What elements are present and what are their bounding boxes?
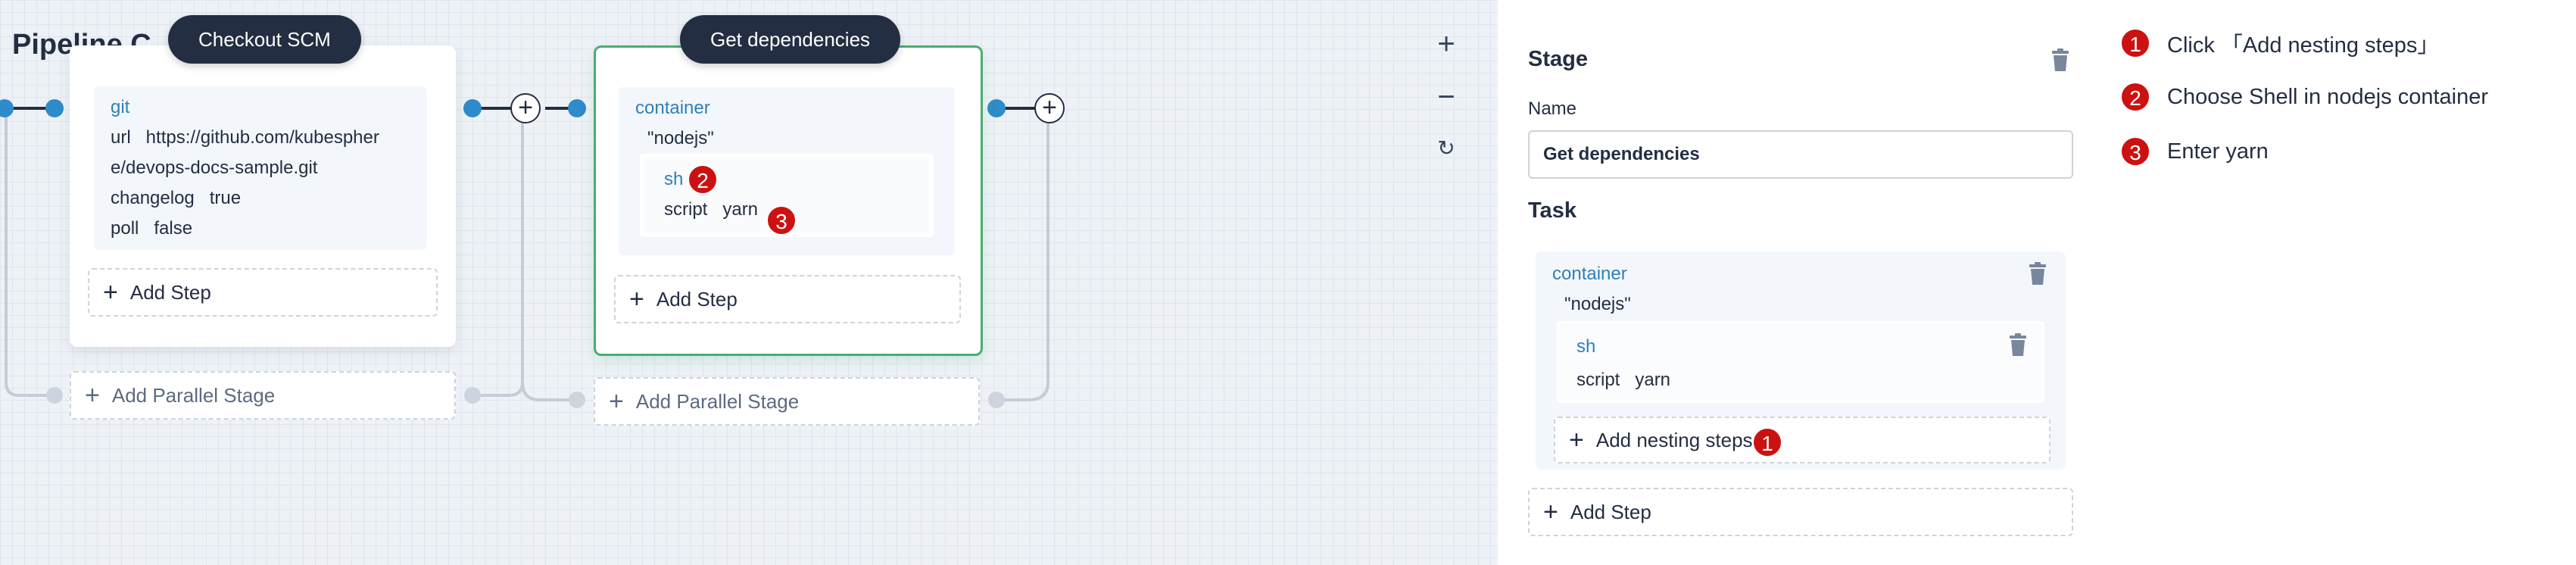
param-row: poll false	[111, 218, 193, 239]
task-container[interactable]: container "nodejs" sh script yarn + Add n…	[1536, 251, 2066, 470]
instruction-item: 3 Enter yarn	[2120, 136, 2269, 167]
add-stage-button[interactable]: +	[510, 93, 541, 123]
delete-step-icon[interactable]	[2028, 262, 2047, 285]
plus-icon: +	[609, 387, 624, 416]
step-number-badge: 3	[2120, 136, 2150, 167]
add-step-button[interactable]: + Add Step	[614, 275, 961, 323]
add-nesting-steps-button[interactable]: + Add nesting steps	[1554, 417, 2051, 464]
plus-icon: +	[103, 278, 118, 307]
stage-name-pill[interactable]: Checkout SCM	[168, 15, 361, 64]
add-step-button[interactable]: + Add Step	[1528, 488, 2073, 536]
param-row: script yarn	[1576, 370, 1671, 390]
step-arg: "nodejs"	[647, 128, 714, 148]
param-row: url https://github.com/kubespher	[111, 127, 379, 148]
reset-zoom-icon[interactable]: ↻	[1431, 133, 1461, 164]
nested-step-sh[interactable]: sh script yarn	[1557, 321, 2044, 403]
step-name: container	[635, 98, 710, 118]
add-step-button[interactable]: + Add Step	[88, 268, 438, 317]
delete-nested-step-icon[interactable]	[2008, 333, 2028, 356]
stage-heading: Stage	[1528, 47, 1588, 71]
plus-icon: +	[85, 381, 100, 410]
delete-stage-icon[interactable]	[2051, 48, 2070, 71]
task-step-name: container	[1552, 264, 1627, 284]
param-row: script yarn	[664, 199, 759, 220]
annotation-badge: 3	[766, 205, 797, 236]
step-name: sh	[664, 169, 684, 189]
step-number-badge: 2	[2120, 82, 2150, 112]
plus-icon: +	[1569, 426, 1584, 454]
instruction-item: 2 Choose Shell in nodejs container	[2120, 82, 2488, 112]
instruction-item: 1 Click 「Add nesting steps」	[2120, 27, 2439, 59]
task-heading: Task	[1528, 198, 1576, 223]
nested-step-name: sh	[1576, 336, 1596, 357]
name-label: Name	[1528, 98, 1577, 119]
stage-card-checkout-scm[interactable]: git url https://github.com/kubespher e/de…	[70, 45, 456, 347]
stage-card-get-dependencies[interactable]: container "nodejs" sh script yarn + Add S…	[594, 45, 983, 356]
annotation-badge: 2	[688, 164, 718, 195]
zoom-in-icon[interactable]: +	[1431, 29, 1461, 59]
add-parallel-stage-button[interactable]: + Add Parallel Stage	[594, 377, 980, 426]
param-row: e/devops-docs-sample.git	[111, 158, 318, 178]
step-git[interactable]: git url https://github.com/kubespher e/de…	[94, 86, 427, 250]
add-parallel-stage-button[interactable]: + Add Parallel Stage	[70, 371, 456, 420]
param-row: changelog true	[111, 188, 242, 208]
stage-name-pill[interactable]: Get dependencies	[680, 15, 901, 64]
plus-icon: +	[629, 285, 644, 314]
instruction-text: Choose Shell in nodejs container	[2167, 84, 2488, 109]
step-number-badge: 1	[2120, 28, 2150, 58]
zoom-out-icon[interactable]: −	[1431, 82, 1461, 112]
task-step-arg: "nodejs"	[1564, 294, 1631, 314]
stage-settings-panel: Stage Name Task container "nodejs" sh sc…	[1498, 0, 2134, 565]
instruction-text: Click 「Add nesting steps」	[2167, 33, 2440, 58]
annotation-badge: 1	[1752, 427, 1782, 457]
plus-icon: +	[1543, 498, 1558, 526]
step-name: git	[111, 97, 130, 117]
instruction-text: Enter yarn	[2167, 139, 2269, 164]
pipeline-canvas[interactable]: Pipeline C + + git url https://github.co…	[0, 0, 1498, 565]
stage-name-input[interactable]	[1528, 130, 2073, 179]
add-stage-button[interactable]: +	[1034, 93, 1065, 123]
